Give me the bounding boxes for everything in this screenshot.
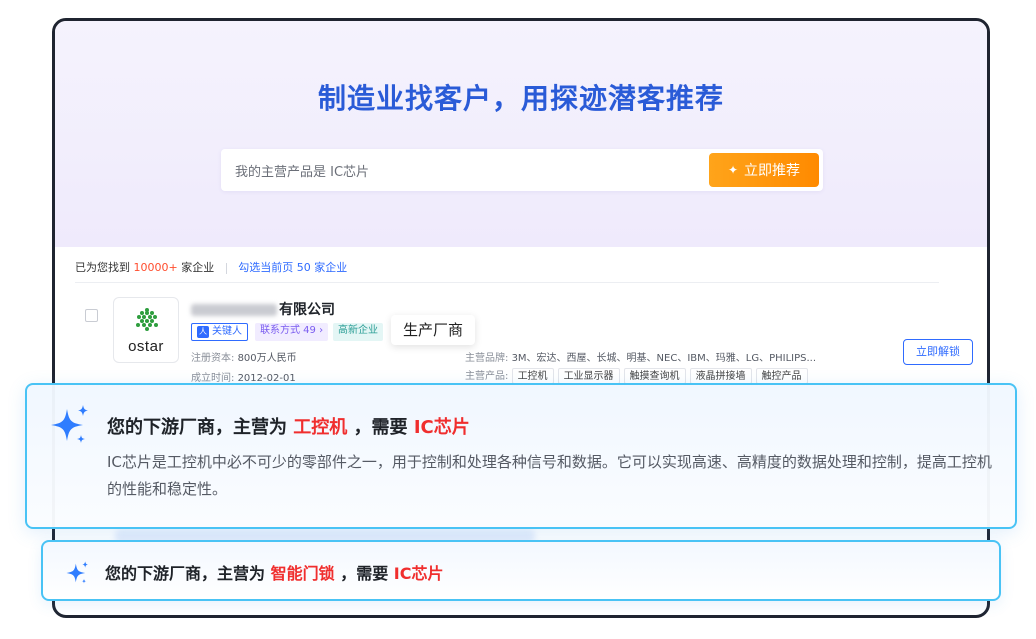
brands-label: 主营品牌: bbox=[465, 353, 509, 364]
capital-value: 800万人民币 bbox=[237, 353, 297, 364]
products-label: 主营产品: bbox=[465, 371, 509, 382]
highlight-product: 智能门锁 bbox=[270, 564, 335, 583]
card-title: 您的下游厂商，主营为 智能门锁 ，需要 IC芯片 bbox=[105, 560, 443, 584]
recommendation-card-secondary[interactable]: 您的下游厂商，主营为 智能门锁 ，需要 IC芯片 bbox=[41, 540, 1001, 601]
company-name-suffix: 有限公司 bbox=[279, 302, 335, 318]
founded-info: 成立时间: 2012-02-01 bbox=[191, 369, 296, 384]
product-tag: 触摸查询机 bbox=[623, 368, 686, 384]
product-tag: 触控产品 bbox=[755, 368, 808, 384]
product-tag: 液晶拼接墙 bbox=[689, 368, 752, 384]
highlight-product: 工控机 bbox=[293, 417, 348, 438]
key-person-tag[interactable]: 人 关键人 bbox=[191, 323, 248, 341]
sparkle-icon bbox=[51, 405, 88, 443]
sparkle-icon bbox=[66, 561, 89, 584]
recommend-button-label: 立即推荐 bbox=[744, 163, 801, 179]
people-icon: 人 bbox=[197, 326, 209, 338]
result-prefix: 已为您找到 bbox=[75, 261, 130, 274]
separator bbox=[225, 262, 227, 274]
product-search-box[interactable]: 我的主营产品是 IC芯片 ✦ 立即推荐 bbox=[221, 149, 823, 191]
product-tag: 工控机 bbox=[511, 368, 554, 384]
key-person-label: 关键人 bbox=[212, 326, 242, 337]
card-description: IC芯片是工控机中必不可少的零部件之一，用于控制和处理各种信号和数据。它可以实现… bbox=[107, 453, 992, 498]
highlight-need: IC芯片 bbox=[393, 564, 444, 583]
card-title-mid: ，需要 bbox=[340, 564, 389, 583]
recommend-button[interactable]: ✦ 立即推荐 bbox=[709, 153, 819, 187]
card-title-mid: ，需要 bbox=[353, 417, 408, 438]
ostar-logo-icon bbox=[136, 308, 158, 331]
capital-info: 注册资本: 800万人民币 bbox=[191, 349, 297, 364]
high-tech-tag: 高新企业 bbox=[333, 323, 383, 341]
manufacturer-tooltip: 生产厂商 bbox=[391, 315, 476, 345]
capital-label: 注册资本: bbox=[191, 353, 235, 364]
brands-info: 主营品牌: 3M、宏达、西屋、长城、明基、NEC、IBM、玛雅、LG、PHILI… bbox=[465, 349, 816, 364]
divider bbox=[75, 282, 939, 283]
company-name[interactable]: 有限公司 bbox=[191, 299, 335, 319]
hero-title: 制造业找客户，用探迹潜客推荐 bbox=[317, 82, 724, 115]
result-count: 10000+ bbox=[133, 261, 178, 274]
card-title-prefix: 您的下游厂商，主营为 bbox=[105, 564, 266, 583]
product-tag: 工业显示器 bbox=[557, 368, 620, 384]
sparkle-icon: ✦ bbox=[727, 163, 739, 177]
result-suffix: 家企业 bbox=[181, 261, 215, 274]
highlight-need: IC芯片 bbox=[413, 417, 470, 438]
company-logo: ostar bbox=[113, 297, 179, 363]
unlock-button[interactable]: 立即解锁 bbox=[903, 339, 973, 365]
redacted-name bbox=[191, 304, 277, 316]
card-title-prefix: 您的下游厂商，主营为 bbox=[107, 417, 287, 438]
logo-text: ostar bbox=[128, 338, 164, 355]
brands-value: 3M、宏达、西屋、长城、明基、NEC、IBM、玛雅、LG、PHILIPS... bbox=[511, 353, 817, 364]
card-title: 您的下游厂商，主营为 工控机 ，需要 IC芯片 bbox=[107, 413, 470, 439]
products-info: 主营产品: 工控机 工业显示器 触摸查询机 液晶拼接墙 触控产品 bbox=[465, 367, 812, 384]
select-page-link[interactable]: 勾选当前页 50 家企业 bbox=[238, 261, 347, 274]
search-input-text[interactable]: 我的主营产品是 IC芯片 bbox=[235, 161, 369, 180]
hero-section: 制造业找客户，用探迹潜客推荐 我的主营产品是 IC芯片 ✦ 立即推荐 bbox=[55, 21, 987, 247]
recommendation-card-primary[interactable]: 您的下游厂商，主营为 工控机 ，需要 IC芯片 IC芯片是工控机中必不可少的零部… bbox=[25, 383, 1017, 529]
contact-tag[interactable]: 联系方式 49 › bbox=[255, 323, 329, 341]
result-summary: 已为您找到 10000+ 家企业 勾选当前页 50 家企业 bbox=[75, 259, 347, 275]
company-checkbox[interactable] bbox=[85, 309, 98, 322]
